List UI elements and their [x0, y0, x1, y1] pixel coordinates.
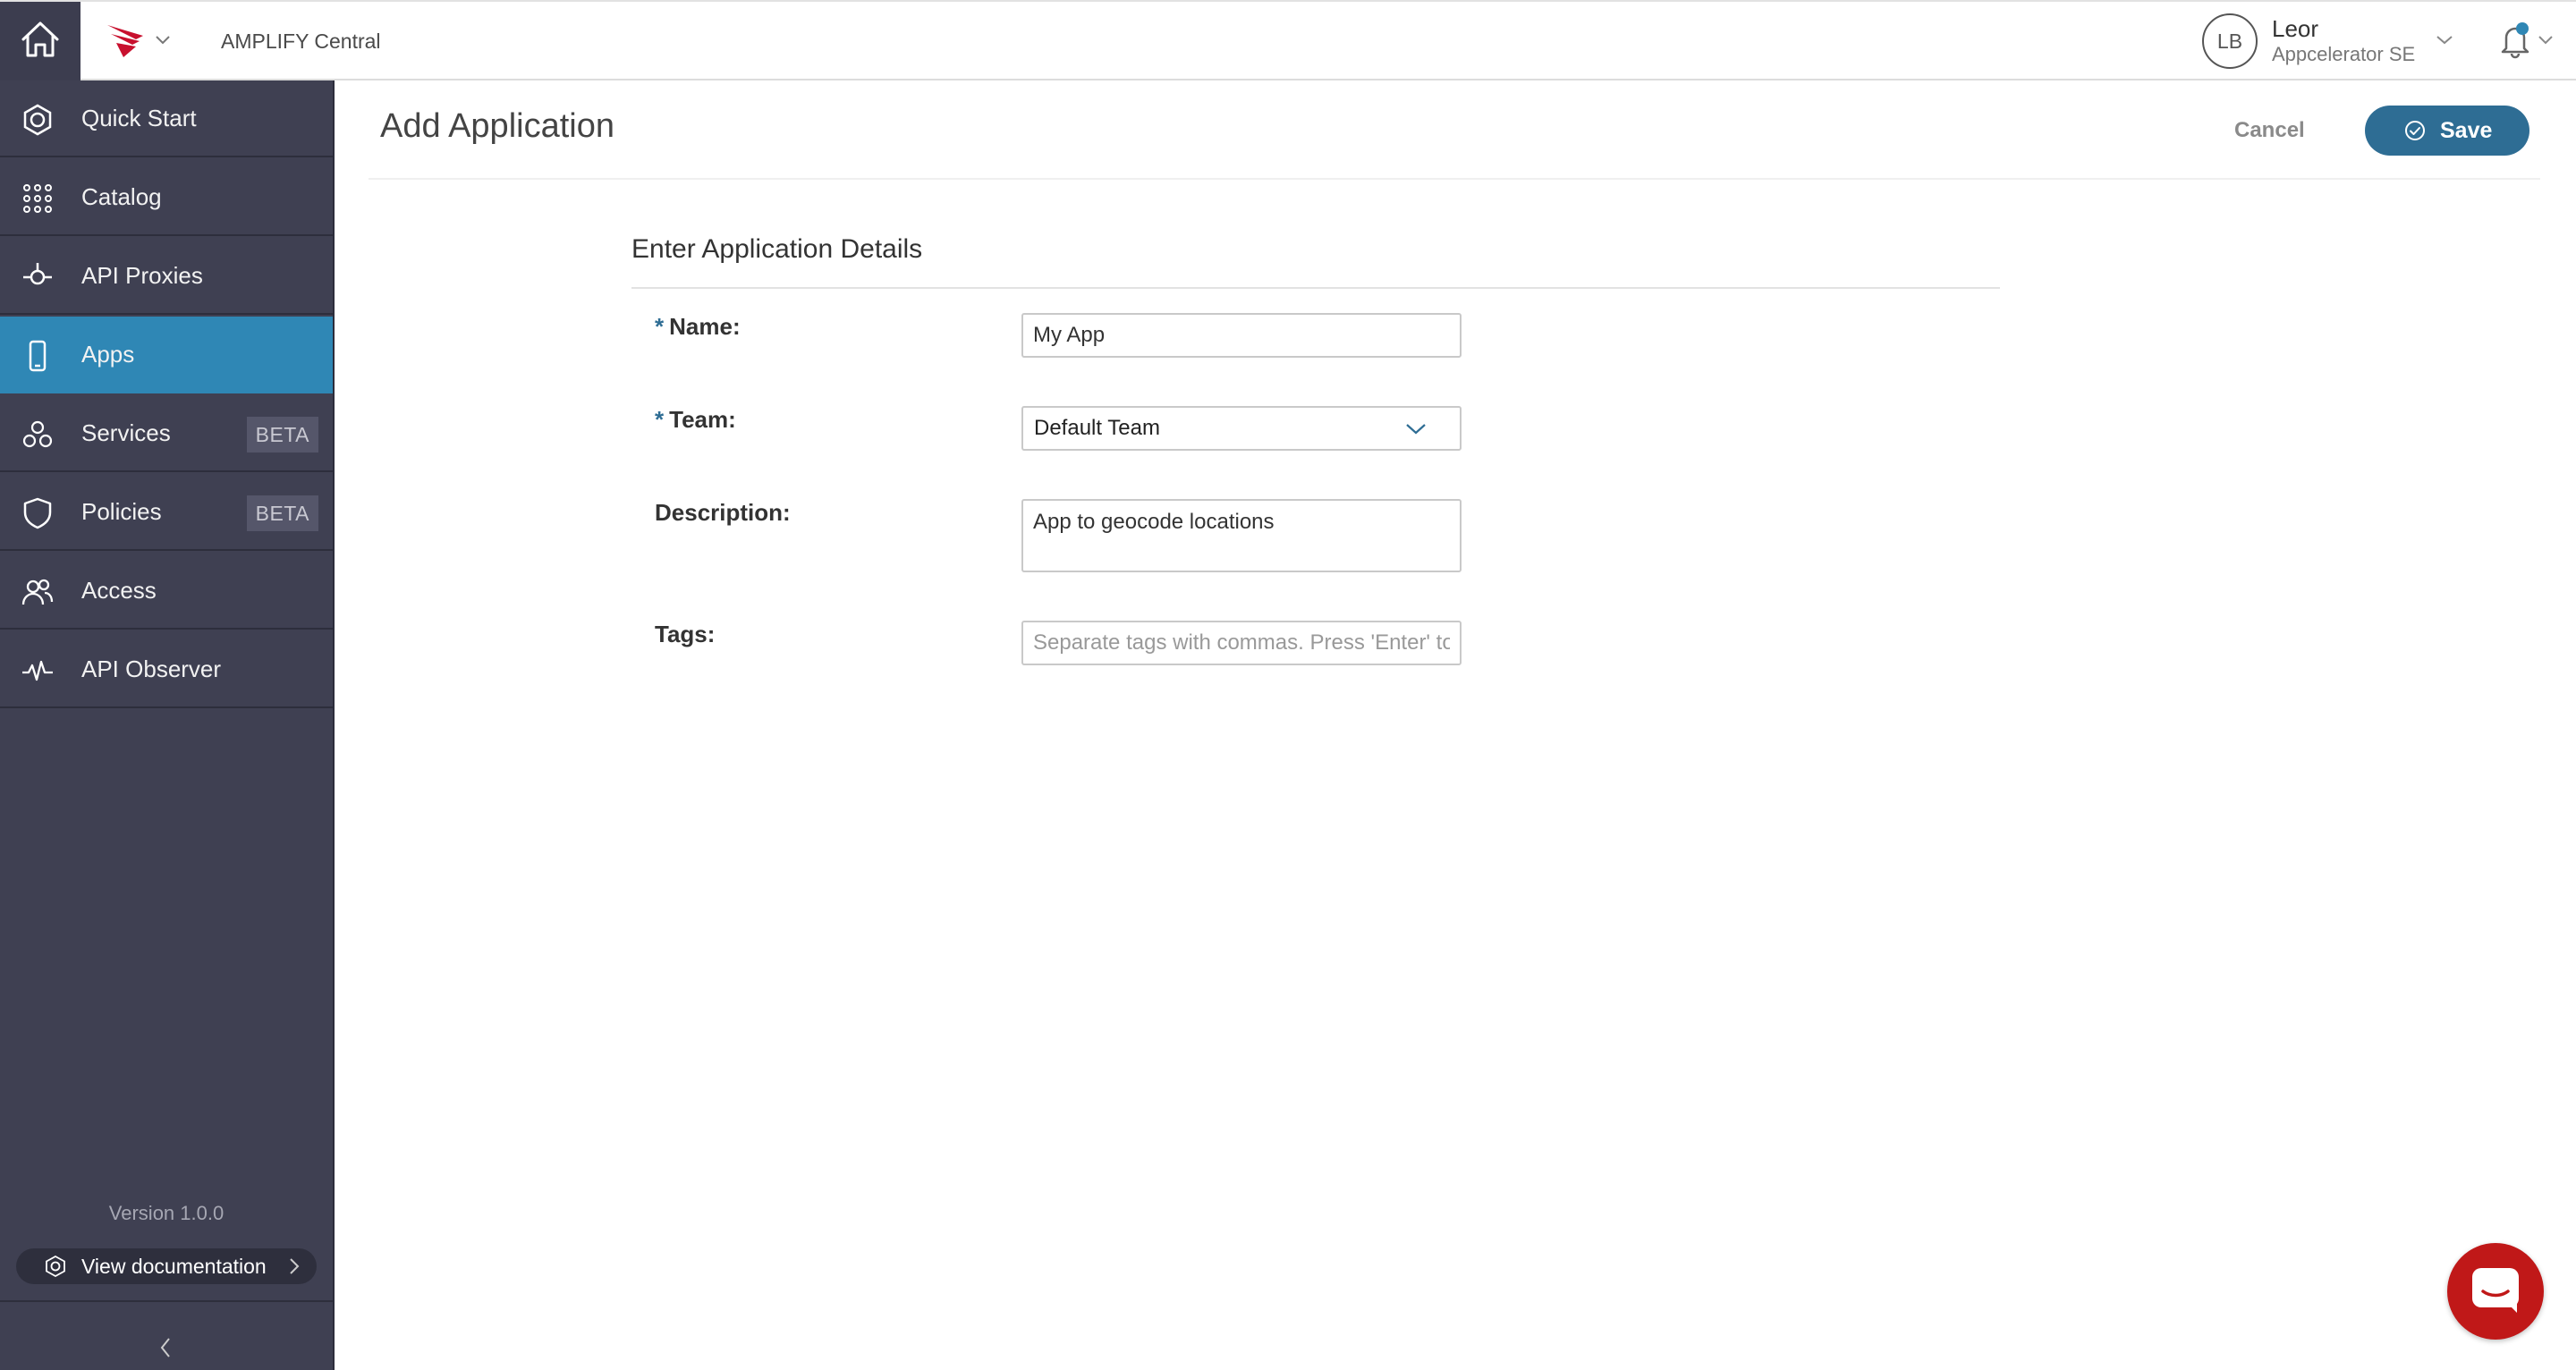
team-label-text: Team: — [669, 406, 736, 433]
chevron-down-icon — [154, 33, 172, 50]
version-label: Version 1.0.0 — [108, 1202, 225, 1224]
name-label-text: Name: — [669, 313, 741, 340]
phone-icon — [21, 340, 54, 372]
chevron-down-icon — [2435, 33, 2454, 50]
sidebar-item-label: API Observer — [81, 655, 222, 682]
bell-icon — [2497, 20, 2533, 63]
sidebar-item-api-observer[interactable]: API Observer — [0, 631, 333, 708]
team-select[interactable]: Default Team — [1021, 406, 1462, 451]
divider — [0, 1300, 333, 1302]
notifications-button[interactable] — [2497, 21, 2555, 61]
user-info: Leor Appcelerator SE — [2272, 15, 2415, 67]
sidebar-item-apps[interactable]: Apps — [0, 317, 333, 393]
user-name: Leor — [2272, 15, 2319, 42]
team-label: * Team: — [655, 406, 736, 434]
description-textarea[interactable]: App to geocode locations — [1021, 499, 1462, 572]
pulse-icon — [21, 655, 54, 687]
save-button[interactable]: Save — [2365, 106, 2529, 156]
services-icon — [21, 419, 54, 451]
beta-badge: BETA — [246, 417, 318, 452]
sidebar-item-quick-start[interactable]: Quick Start — [0, 80, 333, 157]
app-name: AMPLIFY Central — [221, 30, 381, 53]
sidebar-item-label: API Proxies — [81, 261, 203, 289]
axway-logo-icon — [104, 20, 148, 63]
name-label: * Name: — [655, 313, 741, 341]
sidebar-item-policies[interactable]: Policies BETA — [0, 474, 333, 551]
api-proxy-icon — [21, 261, 54, 293]
sidebar-item-catalog[interactable]: Catalog — [0, 159, 333, 236]
quick-start-icon — [21, 104, 54, 136]
sidebar-item-label: Apps — [81, 340, 135, 368]
view-documentation-label: View documentation — [81, 1255, 267, 1278]
tags-label: Tags: — [655, 621, 716, 647]
description-label: Description: — [655, 499, 791, 526]
sidebar-item-label: Catalog — [81, 182, 162, 210]
chat-launcher-button[interactable] — [2447, 1243, 2544, 1340]
chevron-left-icon — [158, 1336, 173, 1364]
quick-start-icon — [45, 1255, 66, 1281]
tags-input[interactable] — [1021, 621, 1462, 665]
sidebar-item-api-proxies[interactable]: API Proxies — [0, 238, 333, 315]
chat-icon — [2470, 1266, 2521, 1317]
cancel-button[interactable]: Cancel — [2234, 114, 2305, 147]
sidebar-item-label: Access — [81, 576, 157, 604]
chevron-down-icon — [2537, 33, 2555, 50]
user-org: Appcelerator SE — [2272, 43, 2416, 65]
user-menu[interactable]: LB Leor Appcelerator SE — [2202, 13, 2454, 70]
sidebar-item-label: Policies — [81, 497, 162, 525]
home-button[interactable] — [0, 2, 80, 80]
sidebar-item-services[interactable]: Services BETA — [0, 395, 333, 472]
sidebar-item-label: Quick Start — [81, 104, 197, 131]
top-bar: AMPLIFY Central LB Leor Appcelerator SE — [0, 0, 2576, 80]
required-marker: * — [655, 313, 665, 340]
product-switcher[interactable] — [104, 21, 172, 61]
users-icon — [21, 576, 54, 608]
chevron-right-icon — [288, 1256, 301, 1281]
sidebar: Quick Start Catalog API Proxies Apps Ser… — [0, 80, 335, 1370]
sidebar-item-label: Services — [81, 419, 171, 446]
chevron-down-icon — [1404, 422, 1428, 441]
beta-badge: BETA — [246, 495, 318, 531]
divider — [631, 287, 2000, 289]
name-input[interactable] — [1021, 313, 1462, 358]
save-label: Save — [2440, 118, 2493, 143]
avatar: LB — [2202, 13, 2258, 69]
shield-icon — [21, 497, 54, 529]
team-selected-value: Default Team — [1034, 416, 1160, 440]
required-marker: * — [655, 406, 665, 433]
collapse-sidebar-button[interactable] — [152, 1334, 179, 1365]
home-icon — [20, 20, 61, 63]
divider — [369, 178, 2540, 180]
page-title: Add Application — [380, 107, 614, 145]
check-circle-icon — [2404, 120, 2426, 146]
sidebar-item-access[interactable]: Access — [0, 553, 333, 630]
section-title: Enter Application Details — [631, 234, 923, 264]
view-documentation-button[interactable]: View documentation — [16, 1248, 317, 1284]
grid-icon — [21, 182, 54, 215]
